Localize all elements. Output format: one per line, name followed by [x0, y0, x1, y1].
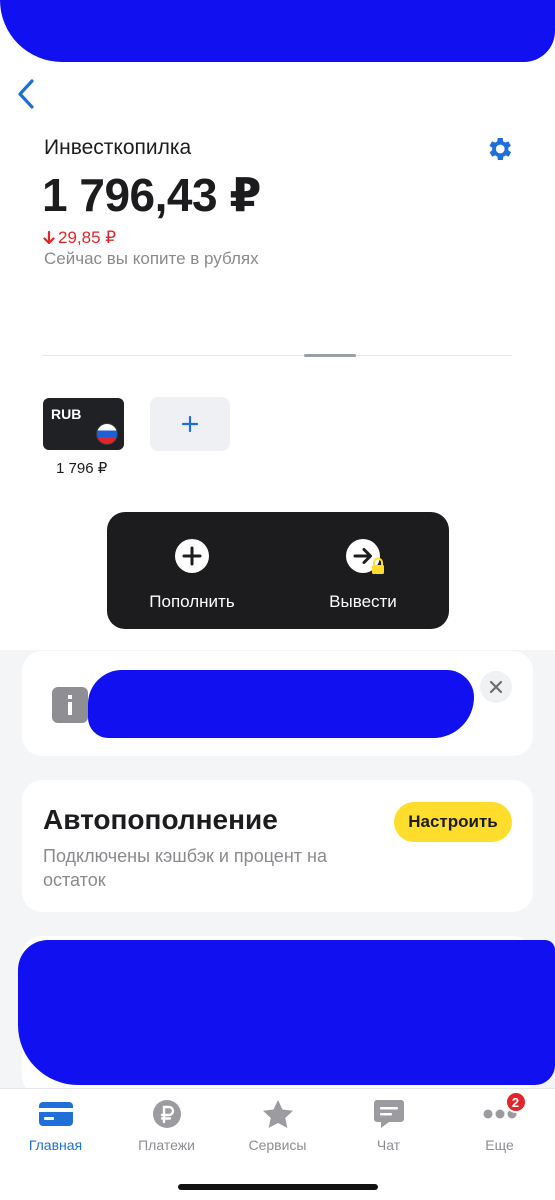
tab-home[interactable]: Главная	[0, 1099, 111, 1159]
currency-code: RUB	[51, 406, 82, 422]
redaction-bottom	[18, 940, 555, 1085]
info-icon	[52, 687, 88, 723]
arrow-right-circle-icon	[345, 538, 384, 574]
close-icon	[489, 680, 503, 694]
deposit-button[interactable]: Пополнить	[107, 512, 277, 629]
action-panel: Пополнить Вывести	[107, 512, 449, 629]
tab-label: Платежи	[138, 1137, 195, 1153]
chat-icon	[372, 1099, 406, 1129]
more-icon: 2	[483, 1091, 527, 1129]
tab-label: Чат	[376, 1137, 401, 1153]
balance-change-value: 29,85 ₽	[58, 228, 117, 247]
withdraw-label: Вывести	[329, 592, 397, 611]
redaction-top	[0, 0, 555, 62]
settings-button[interactable]	[482, 132, 516, 166]
home-indicator	[178, 1184, 378, 1190]
back-button[interactable]	[10, 76, 42, 112]
balance-change: 29,85 ₽	[42, 228, 116, 248]
autofill-title: Автопополнение	[43, 804, 278, 835]
setup-button[interactable]: Настроить	[394, 802, 512, 842]
divider	[42, 355, 512, 356]
redaction-info-text	[88, 670, 474, 738]
gear-icon	[489, 138, 512, 160]
plus-circle-icon	[174, 538, 210, 574]
card-icon	[38, 1099, 73, 1129]
add-currency-button[interactable]	[150, 397, 230, 451]
tab-chat[interactable]: Чат	[333, 1099, 444, 1159]
balance-amount: 1 796,43 ₽	[42, 169, 261, 221]
withdraw-button[interactable]: Вывести	[278, 512, 448, 629]
russia-flag-icon	[96, 423, 118, 445]
tab-payments[interactable]: Платежи	[111, 1099, 222, 1159]
arrow-down-icon	[43, 231, 55, 245]
currency-card-amount: 1 796 ₽	[56, 460, 108, 477]
star-icon	[261, 1099, 295, 1129]
chevron-left-icon	[18, 79, 34, 109]
savings-currency-note: Сейчас вы копите в рублях	[44, 249, 259, 268]
tab-label: Сервисы	[248, 1137, 307, 1153]
notification-badge: 2	[504, 1091, 527, 1113]
autofill-card[interactable]: Автопополнение Подключены кэшбэк и проце…	[22, 780, 533, 912]
ruble-icon	[150, 1099, 184, 1129]
tab-services[interactable]: Сервисы	[222, 1099, 333, 1159]
page-indicator	[304, 354, 356, 357]
deposit-label: Пополнить	[149, 592, 235, 611]
tab-more[interactable]: 2 Еще	[444, 1091, 555, 1159]
close-button[interactable]	[480, 671, 512, 703]
currency-card-rub[interactable]: RUB	[43, 398, 124, 450]
autofill-description: Подключены кэшбэк и процент на остаток	[43, 846, 327, 890]
tab-label: Еще	[485, 1137, 514, 1153]
plus-icon	[181, 415, 199, 433]
tab-label: Главная	[28, 1137, 83, 1153]
page-title: Инвесткопилка	[44, 136, 192, 159]
